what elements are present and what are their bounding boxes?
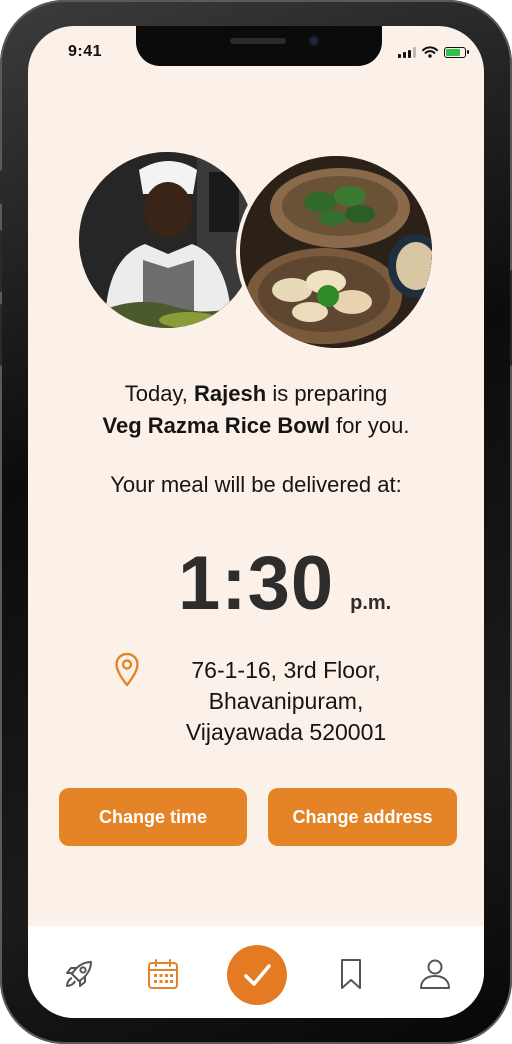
mute-switch (0, 170, 2, 204)
bookmark-icon[interactable] (333, 956, 369, 992)
cellular-signal-icon (398, 46, 416, 58)
phone-frame: 9:41 Today, Rajesh is preparing Veg Razm… (0, 0, 512, 1044)
change-address-button[interactable]: Change address (268, 788, 457, 846)
change-time-button[interactable]: Change time (59, 788, 247, 846)
delivery-time-value: 1:30 (178, 541, 335, 626)
location-pin-icon (115, 652, 139, 687)
preparing-message: Today, Rajesh is preparing Veg Razma Ric… (28, 378, 484, 442)
address-line-1: 76-1-16, 3rd Floor, (191, 657, 381, 683)
address-line-2: Bhavanipuram, (208, 688, 364, 714)
status-time: 9:41 (68, 43, 103, 60)
calendar-icon[interactable] (145, 956, 181, 992)
meal-name: Veg Razma Rice Bowl (102, 413, 330, 438)
chef-name: Rajesh (194, 381, 267, 406)
bottom-tab-bar (28, 926, 484, 1018)
address-line-3: Vijayawada 520001 (185, 719, 387, 745)
preparing-text: is preparing (272, 381, 388, 406)
meal-photo (236, 152, 436, 352)
notch (136, 26, 382, 66)
wifi-icon (422, 46, 438, 58)
delivery-time: 1:30 p.m. (178, 540, 391, 627)
confirm-order-button[interactable] (227, 945, 287, 1005)
delivery-address: 76-1-16, 3rd Floor, Bhavanipuram, Vijaya… (146, 655, 426, 748)
intro-text: Today, (124, 381, 188, 406)
delivery-time-period: p.m. (350, 592, 392, 614)
rocket-icon[interactable] (61, 956, 97, 992)
volume-down-button (0, 304, 2, 366)
user-icon[interactable] (417, 956, 453, 992)
volume-up-button (0, 230, 2, 292)
status-icons (398, 46, 469, 58)
front-camera (308, 35, 320, 47)
battery-icon (444, 46, 469, 58)
chef-photo (79, 152, 255, 328)
delivery-label: Your meal will be delivered at: (110, 472, 402, 497)
speaker-grille (230, 38, 286, 44)
for-you-text: for you. (336, 413, 410, 438)
checkmark-icon (244, 964, 271, 986)
app-screen: 9:41 Today, Rajesh is preparing Veg Razm… (28, 26, 484, 1018)
